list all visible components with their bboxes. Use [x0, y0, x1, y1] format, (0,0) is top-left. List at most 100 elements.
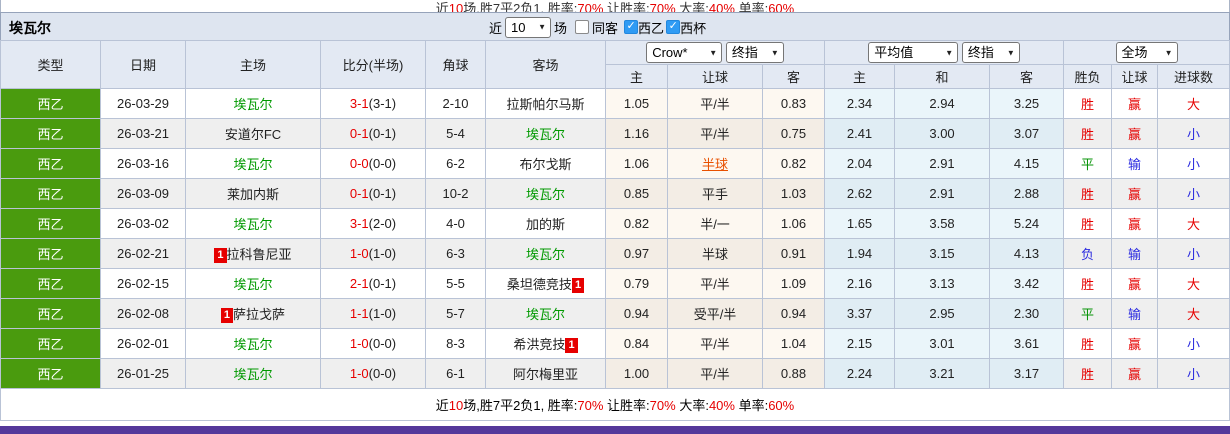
crown-home-odds: 1.16	[605, 118, 668, 149]
match-row: 西乙 26-03-02 埃瓦尔 3-1(2-0) 4-0 加的斯 0.82 半/…	[0, 208, 1230, 239]
home-team-name[interactable]: 莱加内斯	[227, 187, 279, 202]
fulltime-score: 0-1	[349, 186, 369, 201]
avg-away-odds: 4.15	[989, 148, 1065, 179]
crown-handicap-line: 平/半	[667, 88, 763, 119]
result-handicap: 赢	[1111, 268, 1159, 299]
score-cell: 0-1(0-1)	[320, 118, 426, 149]
crown-handicap-line: 受平/半	[667, 298, 763, 329]
away-team-cell: 希洪竞技 1	[485, 328, 606, 359]
away-team-cell: 埃瓦尔	[485, 178, 606, 209]
avg-home-odds: 2.62	[824, 178, 896, 209]
cup-filter-label: 西杯	[680, 20, 707, 36]
crown-away-odds: 1.09	[761, 268, 826, 299]
home-team-name[interactable]: 拉科鲁尼亚	[227, 247, 292, 262]
avg-draw-odds: 2.91	[894, 148, 991, 179]
away-team-name[interactable]: 埃瓦尔	[526, 127, 565, 142]
match-row: 西乙 26-01-25 埃瓦尔 1-0(0-0) 6-1 阿尔梅里亚 1.00 …	[0, 358, 1230, 389]
matches-table: 类型 日期 主场 比分(半场) 角球 客场 Crow* 终指 平均值 终指 全场	[0, 40, 1230, 421]
clipped-summary-row: 近10场,胜7平2负1, 胜率:70% 让胜率:70% 大率:40% 单率:60…	[0, 0, 1230, 12]
result-handicap: 输	[1111, 238, 1159, 269]
avg-home-odds: 2.15	[824, 328, 896, 359]
fulltime-score: 1-1	[349, 306, 369, 321]
scope-select-wrap: 全场	[1115, 42, 1178, 63]
away-team-name[interactable]: 加的斯	[526, 217, 565, 232]
away-team-name[interactable]: 埃瓦尔	[526, 247, 565, 262]
result-goals: 大	[1157, 208, 1230, 239]
halftime-score: (2-0)	[368, 216, 397, 231]
fulltime-score: 0-0	[349, 156, 369, 171]
crown-home-odds: 0.84	[605, 328, 668, 359]
crown-final-select[interactable]: 终指	[725, 42, 784, 63]
home-team-name[interactable]: 埃瓦尔	[233, 367, 272, 382]
home-team-name[interactable]: 埃瓦尔	[233, 217, 272, 232]
league-checkbox[interactable]	[624, 19, 639, 34]
home-team-cell: 埃瓦尔	[185, 88, 321, 119]
col-header-score: 比分(半场)	[320, 40, 426, 89]
home-team-name[interactable]: 安道尔FC	[225, 127, 281, 142]
crown-odds-select[interactable]: Crow*	[646, 42, 723, 63]
result-goals: 大	[1157, 268, 1230, 299]
away-team-cell: 埃瓦尔	[485, 238, 606, 269]
away-team-name[interactable]: 希洪竞技	[513, 337, 565, 352]
away-team-name[interactable]: 埃瓦尔	[526, 187, 565, 202]
same-away-checkbox[interactable]	[575, 20, 590, 34]
avg-draw-odds: 3.58	[894, 208, 991, 239]
halftime-score: (0-1)	[368, 126, 397, 141]
result-group-header: 全场	[1063, 40, 1230, 65]
away-team-name[interactable]: 布尔戈斯	[519, 157, 571, 172]
corner-cell: 2-10	[425, 88, 486, 119]
same-away-label: 同客	[592, 20, 619, 36]
match-row: 西乙 26-03-29 埃瓦尔 3-1(3-1) 2-10 拉斯帕尔马斯 1.0…	[0, 88, 1230, 119]
home-team-cell: 1 萨拉戈萨	[185, 298, 321, 329]
result-goals: 小	[1157, 238, 1230, 269]
away-team-cell: 布尔戈斯	[485, 148, 606, 179]
result-wdl: 胜	[1063, 208, 1113, 239]
scope-select[interactable]: 全场	[1115, 42, 1178, 63]
summary-row: 近10场,胜7平2负1, 胜率:70% 让胜率:70% 大率:40% 单率:60…	[0, 388, 1230, 421]
score-cell: 1-0(0-0)	[320, 328, 426, 359]
home-team-name[interactable]: 萨拉戈萨	[233, 307, 285, 322]
corner-cell: 6-1	[425, 358, 486, 389]
col-header-let: 让球	[1111, 64, 1159, 89]
away-team-name[interactable]: 埃瓦尔	[526, 307, 565, 322]
home-team-name[interactable]: 埃瓦尔	[233, 157, 272, 172]
crown-away-odds: 0.88	[761, 358, 826, 389]
away-team-name[interactable]: 桑坦德竞技	[507, 277, 572, 292]
col-header-type: 类型	[0, 40, 101, 89]
fulltime-score: 1-0	[349, 366, 369, 381]
avg-final-select[interactable]: 终指	[961, 42, 1020, 63]
crown-home-odds: 0.85	[605, 178, 668, 209]
avg-draw-odds: 3.15	[894, 238, 991, 269]
crown-away-odds: 1.06	[761, 208, 826, 239]
recent-count-select[interactable]: 10	[505, 16, 552, 38]
result-goals: 大	[1157, 298, 1230, 329]
away-team-cell: 桑坦德竞技 1	[485, 268, 606, 299]
league-badge: 西乙	[0, 238, 101, 269]
result-wdl: 胜	[1063, 178, 1113, 209]
crown-away-odds: 1.03	[761, 178, 826, 209]
score-cell: 1-1(1-0)	[320, 298, 426, 329]
date-cell: 26-03-02	[100, 208, 186, 239]
col-header-corner: 角球	[425, 40, 486, 89]
away-team-name[interactable]: 阿尔梅里亚	[513, 367, 578, 382]
home-team-name[interactable]: 埃瓦尔	[233, 277, 272, 292]
league-badge: 西乙	[0, 118, 101, 149]
home-team-name[interactable]: 埃瓦尔	[233, 97, 272, 112]
score-cell: 0-0(0-0)	[320, 148, 426, 179]
avg-away-odds: 3.25	[989, 88, 1065, 119]
crown-handicap-line: 平手	[667, 178, 763, 209]
league-badge: 西乙	[0, 208, 101, 239]
match-row: 西乙 26-03-21 安道尔FC 0-1(0-1) 5-4 埃瓦尔 1.16 …	[0, 118, 1230, 149]
avg-odds-select[interactable]: 平均值	[868, 42, 959, 63]
league-badge: 西乙	[0, 178, 101, 209]
cup-checkbox[interactable]	[666, 19, 681, 34]
match-history-panel: 近10场,胜7平2负1, 胜率:70% 让胜率:70% 大率:40% 单率:60…	[0, 0, 1230, 434]
away-team-name[interactable]: 拉斯帕尔马斯	[506, 97, 584, 112]
crown-handicap-line: 半/一	[667, 208, 763, 239]
home-team-name[interactable]: 埃瓦尔	[233, 337, 272, 352]
crown-handicap-line: 平/半	[667, 268, 763, 299]
result-wdl: 胜	[1063, 358, 1113, 389]
crown-home-odds: 1.06	[605, 148, 668, 179]
avg-home-odds: 3.37	[824, 298, 896, 329]
result-wdl: 胜	[1063, 88, 1113, 119]
